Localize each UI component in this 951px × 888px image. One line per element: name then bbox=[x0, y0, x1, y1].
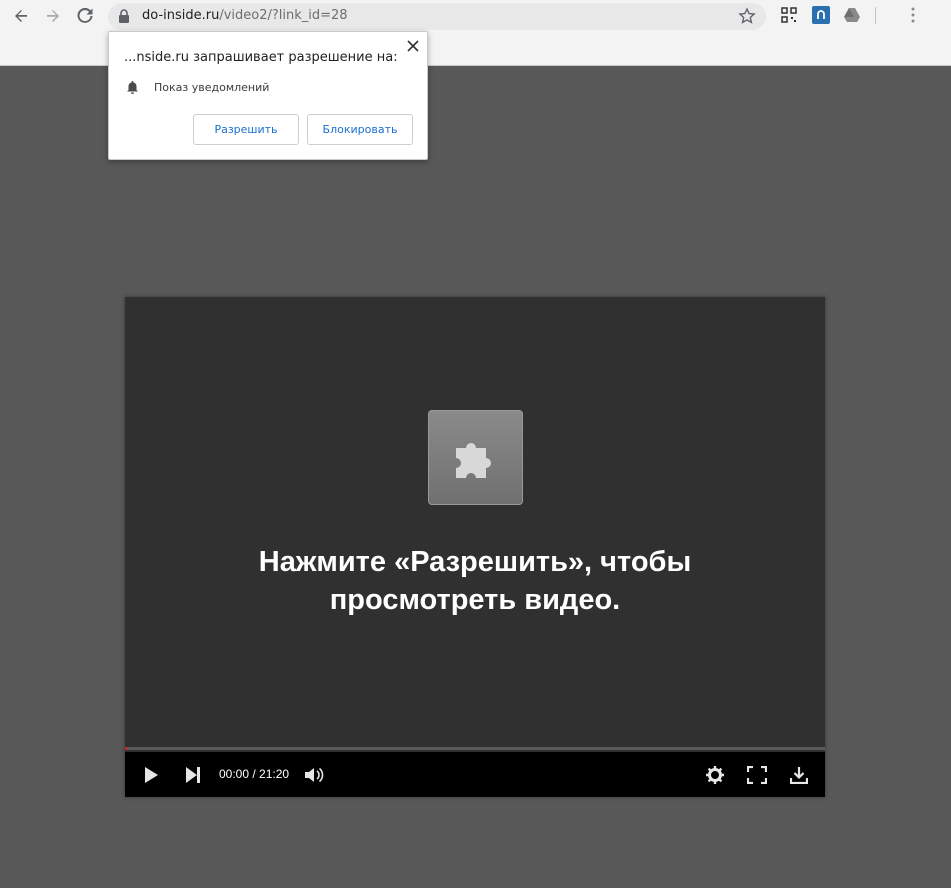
extension-glyph-icon bbox=[817, 10, 825, 19]
plugin-placeholder[interactable] bbox=[428, 410, 523, 505]
arrow-right-icon bbox=[47, 10, 59, 22]
download-icon bbox=[790, 767, 808, 784]
fullscreen-icon bbox=[747, 766, 767, 784]
settings-button[interactable] bbox=[704, 764, 726, 786]
video-message: Нажмите «Разрешить», чтобы просмотреть в… bbox=[125, 543, 825, 619]
play-icon bbox=[145, 767, 158, 783]
popup-title: ...nside.ru запрашивает разрешение на: bbox=[124, 50, 398, 65]
allow-button[interactable]: Разрешить bbox=[193, 114, 299, 145]
url-path: /video2/?link_id=28 bbox=[219, 8, 348, 23]
star-icon[interactable] bbox=[738, 7, 756, 25]
bell-icon bbox=[127, 81, 138, 94]
lock-icon bbox=[119, 9, 129, 23]
url-text: do-inside.ru/video2/?link_id=28 bbox=[142, 8, 348, 23]
gear-icon bbox=[706, 766, 724, 784]
fullscreen-button[interactable] bbox=[746, 764, 768, 786]
reload-button[interactable] bbox=[72, 3, 98, 29]
message-line-2: просмотреть видео. bbox=[329, 584, 621, 616]
volume-icon bbox=[305, 767, 324, 783]
play-button[interactable] bbox=[140, 764, 162, 786]
reload-icon bbox=[77, 8, 93, 23]
volume-button[interactable] bbox=[304, 764, 326, 786]
time-display: 00:00 / 21:20 bbox=[219, 767, 290, 781]
arrow-left-icon bbox=[15, 10, 27, 22]
qr-code-icon[interactable] bbox=[780, 6, 798, 24]
skip-next-icon bbox=[186, 767, 200, 783]
drive-icon[interactable] bbox=[843, 6, 861, 24]
puzzle-piece-icon bbox=[455, 442, 491, 478]
permission-popup: ...nside.ru запрашивает разрешение на: П… bbox=[108, 31, 428, 160]
progress-fill bbox=[125, 747, 128, 750]
menu-dots-icon[interactable] bbox=[904, 6, 922, 24]
forward-button[interactable] bbox=[40, 3, 66, 29]
block-button[interactable]: Блокировать bbox=[307, 114, 413, 145]
extension-shield-icon[interactable] bbox=[812, 6, 830, 24]
next-button[interactable] bbox=[182, 764, 204, 786]
video-player[interactable]: Нажмите «Разрешить», чтобы просмотреть в… bbox=[125, 297, 825, 797]
message-line-1: Нажмите «Разрешить», чтобы bbox=[258, 546, 692, 578]
toolbar-separator bbox=[875, 7, 876, 24]
permission-row: Показ уведомлений bbox=[126, 80, 269, 94]
close-icon[interactable] bbox=[405, 38, 421, 54]
url-host: do-inside.ru bbox=[142, 8, 220, 23]
permission-label: Показ уведомлений bbox=[154, 80, 270, 94]
back-button[interactable] bbox=[8, 3, 34, 29]
address-bar[interactable]: do-inside.ru/video2/?link_id=28 bbox=[108, 3, 766, 30]
player-controls: 00:00 / 21:20 bbox=[125, 752, 825, 797]
progress-bar[interactable] bbox=[125, 747, 825, 750]
download-button[interactable] bbox=[788, 764, 810, 786]
